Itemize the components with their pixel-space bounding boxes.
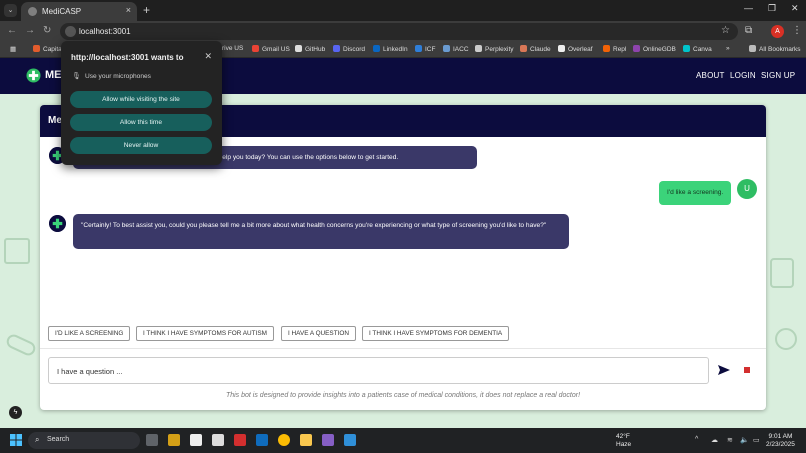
option-dementia-button[interactable]: I THINK I HAVE SYMPTOMS FOR DEMENTIA (362, 326, 510, 341)
volume-icon[interactable]: 🔈 (740, 436, 749, 444)
option-question-button[interactable]: I HAVE A QUESTION (281, 326, 356, 341)
user-message: I'd like a screening. (659, 181, 732, 205)
tab-search-icon[interactable]: ⌄ (4, 4, 17, 17)
message-input-value[interactable]: I have a question ... (57, 367, 122, 376)
store-icon[interactable] (212, 434, 224, 446)
wifi-icon[interactable]: ≋ (727, 436, 733, 444)
back-icon[interactable]: ← (7, 25, 17, 36)
bookmark-item[interactable]: Claude (520, 45, 551, 53)
browser-tab-strip: ⌄ MediCASP × + — ❐ ✕ (0, 0, 806, 21)
circle-decoration (775, 328, 797, 350)
bookmark-item[interactable]: Perplexity (475, 45, 514, 53)
outlook-icon[interactable] (256, 434, 268, 446)
nav-login-link[interactable]: LOGIN (730, 71, 756, 80)
stop-recording-icon[interactable] (744, 367, 750, 373)
bookmark-item[interactable]: ICF (415, 45, 435, 53)
bookmark-star-icon[interactable]: ☆ (721, 25, 730, 36)
clock-time: 9:01 AM (768, 433, 793, 440)
user-avatar: U (737, 179, 757, 199)
pill-decoration (4, 332, 38, 358)
windows-taskbar: ⌕ Search 42°F Haze ^ ☁ ≋ 🔈 ▭ 9:01 AM 2/2… (0, 428, 806, 453)
bookmark-item[interactable]: Canva (683, 45, 712, 53)
permission-title: http://localhost:3001 wants to (71, 53, 184, 62)
weather-desc: Haze (616, 441, 632, 448)
close-icon[interactable]: × (126, 5, 131, 15)
new-tab-icon[interactable]: + (143, 3, 150, 17)
taskbar-search[interactable]: ⌕ Search (28, 432, 140, 449)
battery-icon[interactable]: ▭ (753, 436, 760, 444)
widgets-icon[interactable] (168, 434, 180, 446)
message-input[interactable]: I have a question ... (48, 357, 709, 384)
window-close-icon[interactable]: ✕ (791, 3, 799, 14)
bookmark-item[interactable]: GitHub (295, 45, 325, 53)
microphone-icon: 🎙 (72, 73, 81, 80)
disclaimer-text: This bot is designed to provide insights… (225, 392, 581, 399)
bookmark-item[interactable]: Gmail US (252, 45, 290, 53)
chevron-up-icon[interactable]: ^ (695, 436, 698, 443)
weather-widget[interactable]: 42°F Haze (616, 433, 631, 449)
restore-icon[interactable]: ❐ (768, 3, 776, 14)
menu-dots-icon[interactable]: ⋮ (792, 25, 802, 36)
vscode-icon[interactable] (344, 434, 356, 446)
bookmark-item[interactable]: rive US (222, 45, 243, 52)
bot-message: "Certainly! To best assist you, could yo… (73, 214, 569, 249)
bookmark-item[interactable]: LinkedIn (373, 45, 408, 53)
close-icon[interactable]: ✕ (204, 51, 212, 62)
reload-icon[interactable]: ↻ (43, 25, 51, 36)
visual-studio-icon[interactable] (322, 434, 334, 446)
nav-signup-link[interactable]: SIGN UP (761, 71, 795, 80)
mcafee-icon[interactable] (234, 434, 246, 446)
box-decoration (4, 238, 30, 264)
task-view-icon[interactable] (146, 434, 158, 446)
bookmark-item[interactable]: Discord (333, 45, 365, 53)
option-autism-button[interactable]: I THINK I HAVE SYMPTOMS FOR AUTISM (136, 326, 274, 341)
all-bookmarks[interactable]: All Bookmarks (749, 45, 801, 53)
never-allow-button[interactable]: Never allow (70, 137, 212, 154)
address-bar[interactable]: localhost:3001 ☆ (60, 23, 738, 40)
apps-icon[interactable]: ▦ (10, 45, 16, 53)
chrome-icon[interactable] (278, 434, 290, 446)
option-screening-button[interactable]: I'D LIKE A SCREENING (48, 326, 131, 341)
search-icon: ⌕ (35, 435, 40, 444)
nav-about-link[interactable]: ABOUT (696, 71, 725, 80)
site-info-icon[interactable] (65, 26, 76, 37)
file-explorer-icon[interactable] (300, 434, 312, 446)
taskbar-search-label: Search (47, 436, 70, 443)
cloud-icon[interactable]: ☁ (711, 436, 718, 444)
medical-cross-logo-icon (26, 68, 41, 83)
windows-start-icon[interactable] (10, 434, 22, 446)
tab-favicon-icon (28, 7, 37, 16)
clock-date: 2/23/2025 (766, 441, 795, 448)
bookmark-item[interactable]: Overleaf (558, 45, 593, 53)
allow-this-time-button[interactable]: Allow this time (70, 114, 212, 131)
allow-while-visiting-button[interactable]: Allow while visiting the site (70, 91, 212, 108)
bottle-decoration (770, 258, 794, 288)
weather-temp: 42°F (616, 433, 630, 440)
profile-avatar[interactable]: A (771, 25, 784, 38)
lightning-icon[interactable]: ϟ (9, 406, 22, 419)
minimize-icon[interactable]: — (744, 3, 753, 13)
browser-tab[interactable]: MediCASP × (21, 2, 137, 21)
browser-toolbar: ← → ↻ localhost:3001 ☆ ⧉ A ⋮ (0, 21, 806, 42)
forward-icon[interactable]: → (25, 25, 35, 36)
microphone-permission-dialog: http://localhost:3001 wants to ✕ 🎙 Use y… (61, 41, 222, 165)
file-icon[interactable] (190, 434, 202, 446)
bookmark-item[interactable]: Capita (33, 45, 62, 53)
user-message-text: I'd like a screening. (667, 189, 724, 196)
bot-avatar-icon (49, 215, 66, 232)
url-text[interactable]: localhost:3001 (79, 27, 131, 36)
bot-message-text: "Certainly! To best assist you, could yo… (81, 222, 547, 229)
bookmark-item[interactable]: OnlineGDB (633, 45, 676, 53)
permission-item: Use your microphones (85, 73, 151, 80)
system-clock[interactable]: 9:01 AM 2/23/2025 (766, 433, 795, 449)
chat-title: Me (48, 115, 62, 126)
tab-title: MediCASP (42, 7, 82, 16)
divider (40, 348, 766, 349)
bookmark-item[interactable]: IACC (443, 45, 469, 53)
extensions-icon[interactable]: ⧉ (745, 25, 752, 36)
more-bookmarks-icon[interactable]: » (726, 45, 730, 52)
send-icon[interactable] (717, 363, 731, 377)
bookmark-item[interactable]: Repl (603, 45, 626, 53)
